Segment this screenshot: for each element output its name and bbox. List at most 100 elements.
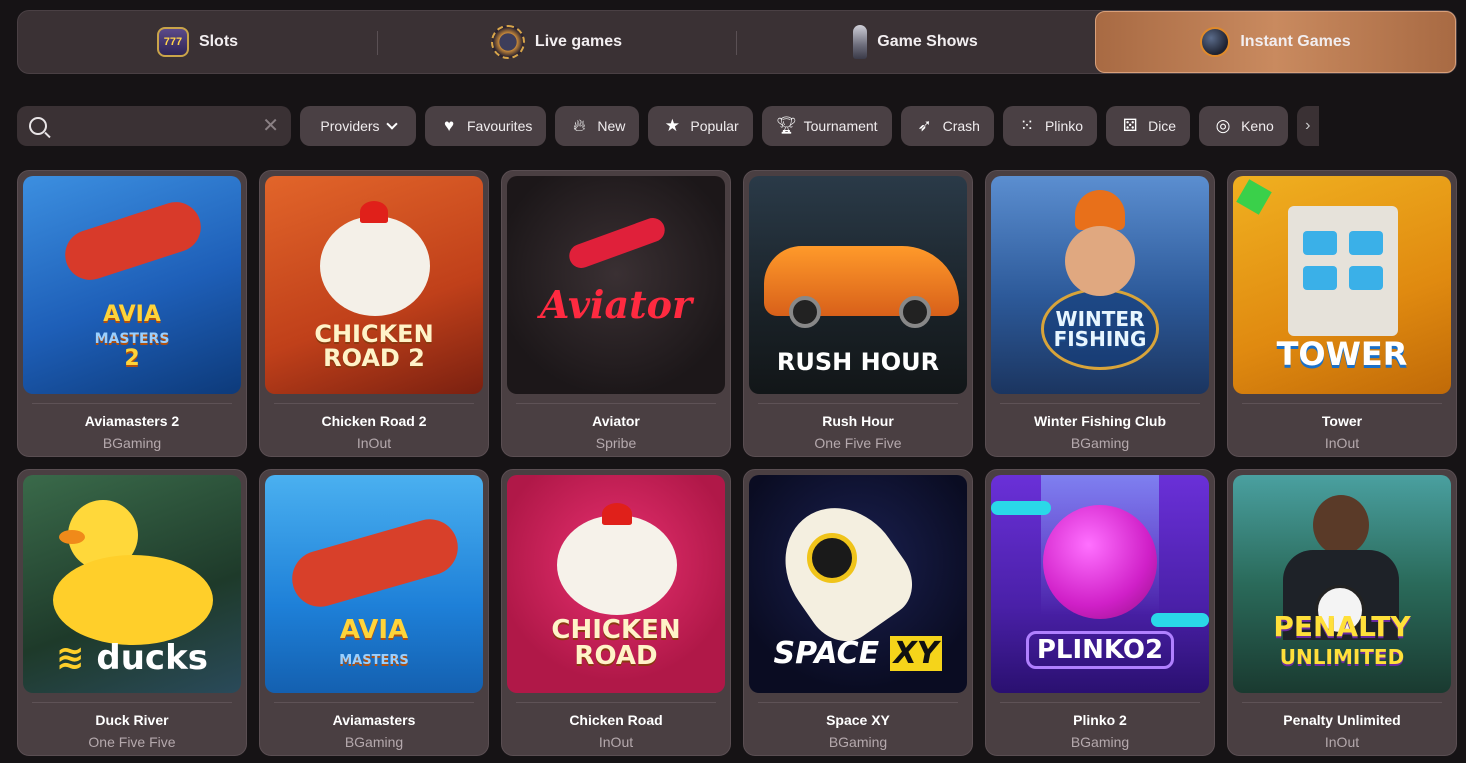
game-logo: Aviator: [540, 282, 692, 327]
game-title: Chicken Road 2: [321, 413, 427, 429]
tab-game-shows[interactable]: Game Shows: [736, 11, 1095, 73]
game-provider: BGaming: [102, 435, 162, 451]
game-card[interactable]: WINTER FISHING Winter Fishing Club BGamin…: [985, 170, 1215, 457]
game-thumbnail: CHICKEN ROAD 2: [265, 176, 483, 394]
game-title: Aviamasters 2: [84, 413, 180, 429]
filter-crash[interactable]: ➶ Crash: [900, 106, 994, 146]
game-logo: TOWER: [1276, 335, 1408, 373]
slot-machine-icon: 777: [156, 27, 189, 57]
game-card[interactable]: CHICKEN ROAD Chicken Road InOut: [501, 469, 731, 756]
game-thumbnail: SPACE XY: [749, 475, 967, 693]
tab-live-games[interactable]: Live games: [377, 11, 736, 73]
filter-dice[interactable]: ⚄ Dice: [1106, 106, 1191, 146]
tab-slots[interactable]: 777 Slots: [18, 11, 377, 73]
search-box: ✕: [17, 106, 291, 146]
filter-popular[interactable]: ★ Popular: [648, 106, 753, 146]
bomb-icon: [1200, 27, 1231, 57]
fire-icon: 🔥︎: [573, 116, 586, 135]
plane-shape: [58, 195, 208, 287]
game-card[interactable]: SPACE XY Space XY BGaming: [743, 469, 973, 756]
game-thumbnail: Aviator: [507, 176, 725, 394]
game-provider: Spribe: [595, 435, 637, 451]
heart-icon: ♥: [443, 116, 455, 135]
game-title: Space XY: [826, 712, 890, 728]
poker-chip-icon: [490, 25, 525, 59]
filter-tournament[interactable]: 🏆︎ Tournament: [761, 106, 892, 146]
chip-label: Crash: [942, 118, 980, 134]
game-title: Duck River: [95, 712, 169, 728]
game-logo: RUSH HOUR: [776, 348, 940, 376]
game-title: Chicken Road: [569, 712, 663, 728]
chip-label: Tournament: [803, 118, 878, 134]
game-logo: SPACE XY: [774, 636, 943, 671]
game-title: Winter Fishing Club: [1033, 413, 1167, 429]
game-thumbnail: WINTER FISHING: [991, 176, 1209, 394]
game-logo: AVIA MASTERS 2: [94, 302, 170, 371]
chevron-down-icon: [385, 118, 398, 130]
game-card[interactable]: CHICKEN ROAD 2 Chicken Road 2 InOut: [259, 170, 489, 457]
dice-icon: ⚄: [1122, 116, 1138, 135]
filter-bar: ✕ Providers ♥ Favourites 🔥︎ New ★ Popular 🏆…: [17, 106, 1457, 146]
plane-shape: [565, 214, 669, 272]
chip-label: New: [597, 118, 626, 134]
chip-label: Keno: [1241, 118, 1274, 134]
dots-grid-icon: ⁙: [1019, 116, 1035, 135]
tab-label: Live games: [534, 33, 623, 50]
filter-favourites[interactable]: ♥ Favourites: [425, 106, 547, 146]
filter-plinko[interactable]: ⁙ Plinko: [1002, 106, 1098, 146]
game-logo: CHICKEN ROAD 2: [314, 320, 434, 372]
game-title: Tower: [1321, 413, 1363, 429]
filter-new[interactable]: 🔥︎ New: [555, 106, 640, 146]
close-icon[interactable]: ✕: [262, 116, 279, 136]
game-logo: AVIA MASTERS: [339, 615, 409, 668]
game-thumbnail: CHICKEN ROAD: [507, 475, 725, 693]
game-grid: AVIA MASTERS 2 Aviamasters 2 BGaming CHICK…: [17, 170, 1457, 756]
providers-label: Providers: [320, 118, 380, 134]
game-logo: CHICKEN ROAD: [551, 615, 681, 671]
game-card[interactable]: ≋ ducks Duck River One Five Five: [17, 469, 247, 756]
target-icon: ◎: [1215, 116, 1231, 135]
game-card[interactable]: AVIA MASTERS Aviamasters BGaming: [259, 469, 489, 756]
plane-shape: [285, 512, 465, 614]
tab-instant-games[interactable]: Instant Games: [1095, 11, 1456, 73]
tab-label: Game Shows: [877, 33, 978, 50]
game-card[interactable]: AVIA MASTERS 2 Aviamasters 2 BGaming: [17, 170, 247, 457]
chicken-shape: [557, 515, 677, 615]
star-icon: ★: [664, 116, 680, 135]
game-card[interactable]: TOWER Tower InOut: [1227, 170, 1457, 457]
chevron-right-icon: ›: [1305, 117, 1311, 134]
tab-label: Slots: [198, 33, 239, 50]
game-provider: BGaming: [1070, 435, 1130, 451]
player-head-shape: [1313, 495, 1369, 555]
game-card[interactable]: Aviator Aviator Spribe: [501, 170, 731, 457]
game-thumbnail: RUSH HOUR: [749, 176, 967, 394]
trophy-icon: 🏆︎: [775, 116, 798, 135]
filter-keno[interactable]: ◎ Keno: [1199, 106, 1288, 146]
ball-shape: [1043, 505, 1157, 619]
tab-label: Instant Games: [1240, 33, 1351, 50]
chip-label: Popular: [690, 118, 739, 134]
game-provider: InOut: [1324, 734, 1360, 750]
search-input[interactable]: [57, 118, 263, 134]
game-provider: BGaming: [828, 734, 888, 750]
game-thumbnail: AVIA MASTERS: [265, 475, 483, 693]
game-title: Penalty Unlimited: [1283, 712, 1401, 728]
scroll-right-button[interactable]: ›: [1296, 106, 1319, 146]
game-provider: BGaming: [1070, 734, 1130, 750]
chicken-shape: [320, 216, 430, 316]
game-provider: One Five Five: [814, 435, 902, 451]
chip-label: Plinko: [1044, 118, 1084, 134]
providers-dropdown[interactable]: Providers: [300, 106, 416, 146]
game-provider: InOut: [1324, 435, 1360, 451]
category-tabs: 777 Slots Live games Game Shows Instant …: [17, 10, 1457, 74]
game-card[interactable]: PENALTY UNLIMITED Penalty Unlimited InOut: [1227, 469, 1457, 756]
chip-label: Favourites: [467, 118, 533, 134]
game-card[interactable]: PLINKO2 Plinko 2 BGaming: [985, 469, 1215, 756]
search-icon: [29, 117, 47, 135]
game-title: Rush Hour: [822, 413, 894, 429]
game-thumbnail: AVIA MASTERS 2: [23, 176, 241, 394]
game-card[interactable]: RUSH HOUR Rush Hour One Five Five: [743, 170, 973, 457]
chip-label: Dice: [1148, 118, 1177, 134]
game-provider: One Five Five: [88, 734, 176, 750]
game-thumbnail: PENALTY UNLIMITED: [1233, 475, 1451, 693]
